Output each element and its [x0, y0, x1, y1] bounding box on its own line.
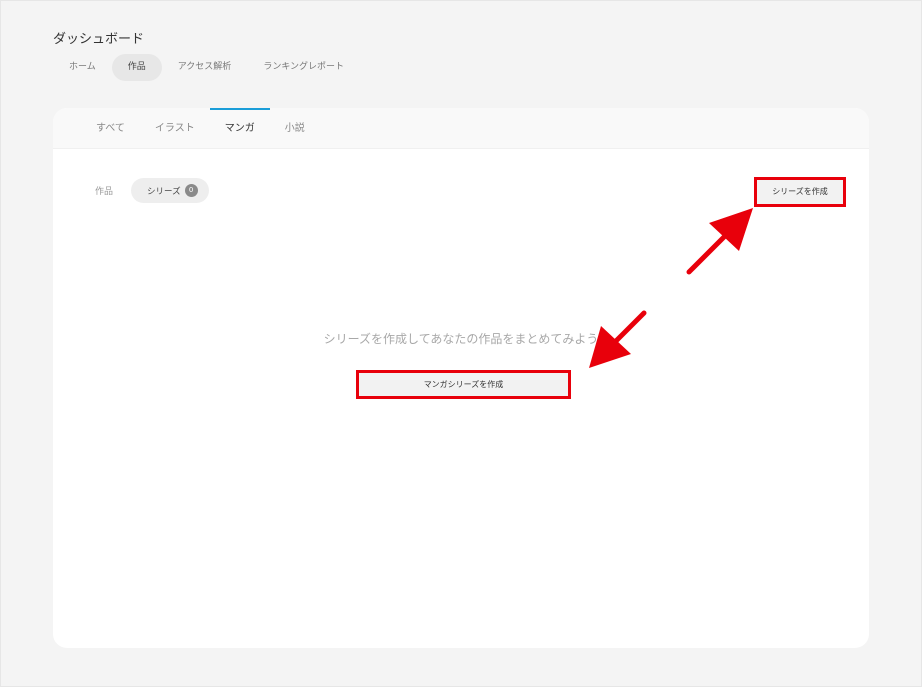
tab-access-analytics[interactable]: アクセス解析 [162, 54, 248, 81]
works-card: すべて イラスト マンガ 小説 作品 シリーズ 0 シリーズを作成 シリーズを作… [53, 108, 869, 648]
tab-all[interactable]: すべて [81, 108, 140, 148]
tab-ranking-report[interactable]: ランキングレポート [247, 54, 360, 81]
tab-illust[interactable]: イラスト [140, 108, 210, 148]
top-nav-tabs: ホーム 作品 アクセス解析 ランキングレポート [53, 54, 360, 81]
empty-state-message: シリーズを作成してあなたの作品をまとめてみよう [323, 332, 599, 346]
create-manga-series-button[interactable]: マンガシリーズを作成 [356, 370, 571, 399]
tab-novel[interactable]: 小説 [270, 108, 320, 148]
filter-row: 作品 シリーズ 0 [95, 178, 209, 203]
create-series-button[interactable]: シリーズを作成 [754, 177, 846, 207]
tab-works[interactable]: 作品 [111, 54, 162, 81]
filter-works[interactable]: 作品 [95, 184, 113, 197]
dashboard-page: ダッシュボード ホーム 作品 アクセス解析 ランキングレポート すべて イラスト… [0, 0, 922, 687]
filter-series-pill[interactable]: シリーズ 0 [131, 178, 209, 203]
tab-manga[interactable]: マンガ [209, 108, 270, 148]
series-pill-label: シリーズ [147, 186, 181, 197]
series-count-badge: 0 [184, 184, 198, 197]
tab-home[interactable]: ホーム [53, 54, 112, 81]
page-title: ダッシュボード [53, 32, 145, 47]
work-type-tabs: すべて イラスト マンガ 小説 [53, 108, 869, 149]
